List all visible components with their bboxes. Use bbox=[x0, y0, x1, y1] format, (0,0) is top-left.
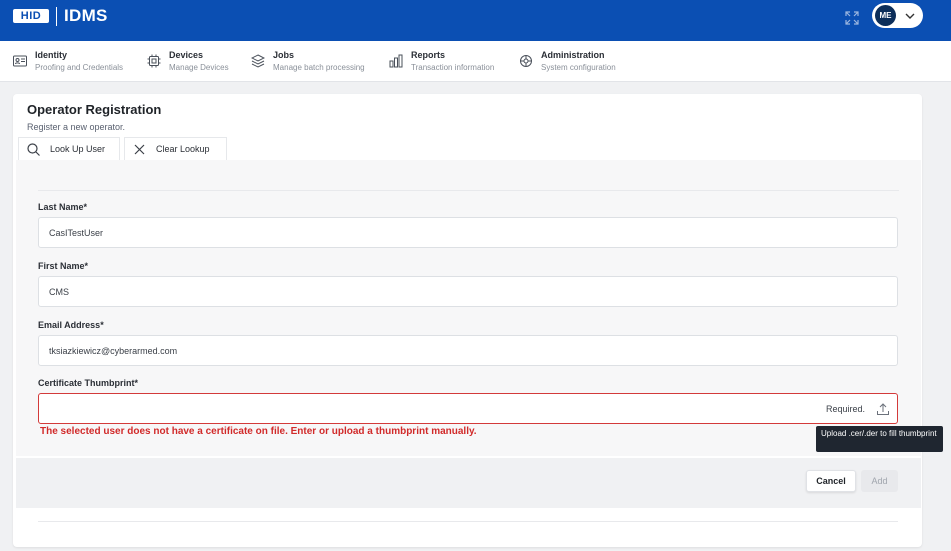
add-button[interactable]: Add bbox=[861, 470, 898, 492]
main-nav: Identity Proofing and Credentials Device… bbox=[0, 41, 951, 82]
nav-item-devices[interactable]: Devices Manage Devices bbox=[147, 49, 237, 77]
page-title: Operator Registration bbox=[27, 102, 162, 117]
hid-logo: HID bbox=[13, 9, 49, 23]
nav-subtitle: Proofing and Credentials bbox=[35, 63, 124, 72]
avatar: ME bbox=[875, 5, 896, 26]
nav-title: Reports bbox=[411, 50, 446, 60]
bottom-divider bbox=[38, 521, 898, 522]
nav-item-identity[interactable]: Identity Proofing and Credentials bbox=[13, 49, 133, 77]
page-subtitle: Register a new operator. bbox=[27, 122, 126, 132]
nav-item-reports[interactable]: Reports Transaction information bbox=[389, 49, 504, 77]
nav-title: Identity bbox=[35, 50, 68, 60]
clear-lookup-label: Clear Lookup bbox=[156, 144, 210, 154]
nav-subtitle: Manage Devices bbox=[169, 63, 229, 72]
bar-chart-icon bbox=[389, 54, 403, 68]
email-field[interactable]: tksiazkiewicz@cyberarmed.com bbox=[38, 335, 898, 366]
user-menu-button[interactable]: ME bbox=[872, 3, 923, 28]
nav-subtitle: System configuration bbox=[541, 63, 616, 72]
last-name-value: CasITestUser bbox=[49, 228, 104, 238]
nav-title: Jobs bbox=[273, 50, 295, 60]
look-up-user-label: Look Up User bbox=[50, 144, 106, 154]
last-name-field[interactable]: CasITestUser bbox=[38, 217, 898, 248]
email-value: tksiazkiewicz@cyberarmed.com bbox=[49, 346, 178, 356]
chip-icon bbox=[147, 54, 161, 68]
first-name-label: First Name* bbox=[38, 261, 89, 271]
last-name-label: Last Name* bbox=[38, 202, 88, 212]
look-up-user-button[interactable]: Look Up User bbox=[18, 137, 120, 160]
operator-registration-card: Operator Registration Register a new ope… bbox=[13, 94, 922, 547]
cancel-button[interactable]: Cancel bbox=[806, 470, 856, 492]
nav-title: Devices bbox=[169, 50, 204, 60]
thumbprint-label: Certificate Thumbprint* bbox=[38, 378, 139, 388]
nav-title: Administration bbox=[541, 50, 605, 60]
nav-item-administration[interactable]: Administration System configuration bbox=[519, 49, 629, 77]
close-icon bbox=[134, 144, 145, 155]
layers-icon bbox=[251, 54, 265, 68]
top-app-bar: HID IDMS ME bbox=[0, 0, 951, 41]
nav-subtitle: Manage batch processing bbox=[273, 63, 365, 72]
form-footer bbox=[16, 458, 921, 508]
thumbprint-error-message: The selected user does not have a certif… bbox=[40, 426, 477, 437]
required-hint: Required. bbox=[825, 404, 865, 414]
chevron-down-icon bbox=[905, 13, 915, 19]
first-name-value: CMS bbox=[49, 287, 69, 297]
app-name: IDMS bbox=[64, 6, 108, 25]
first-name-field[interactable]: CMS bbox=[38, 276, 898, 307]
nav-item-jobs[interactable]: Jobs Manage batch processing bbox=[251, 49, 376, 77]
form-divider bbox=[38, 190, 899, 191]
email-label: Email Address* bbox=[38, 320, 104, 330]
fullscreen-icon[interactable] bbox=[845, 11, 859, 25]
id-card-icon bbox=[13, 55, 27, 67]
settings-wheel-icon bbox=[520, 55, 532, 67]
search-icon bbox=[27, 143, 40, 156]
upload-tooltip: Upload .cer/.der to fill thumbprint bbox=[816, 426, 943, 452]
nav-subtitle: Transaction information bbox=[411, 63, 495, 72]
upload-icon[interactable] bbox=[876, 402, 890, 416]
logo-divider bbox=[56, 7, 57, 26]
thumbprint-field[interactable]: Required. bbox=[38, 393, 898, 424]
clear-lookup-button[interactable]: Clear Lookup bbox=[124, 137, 227, 160]
